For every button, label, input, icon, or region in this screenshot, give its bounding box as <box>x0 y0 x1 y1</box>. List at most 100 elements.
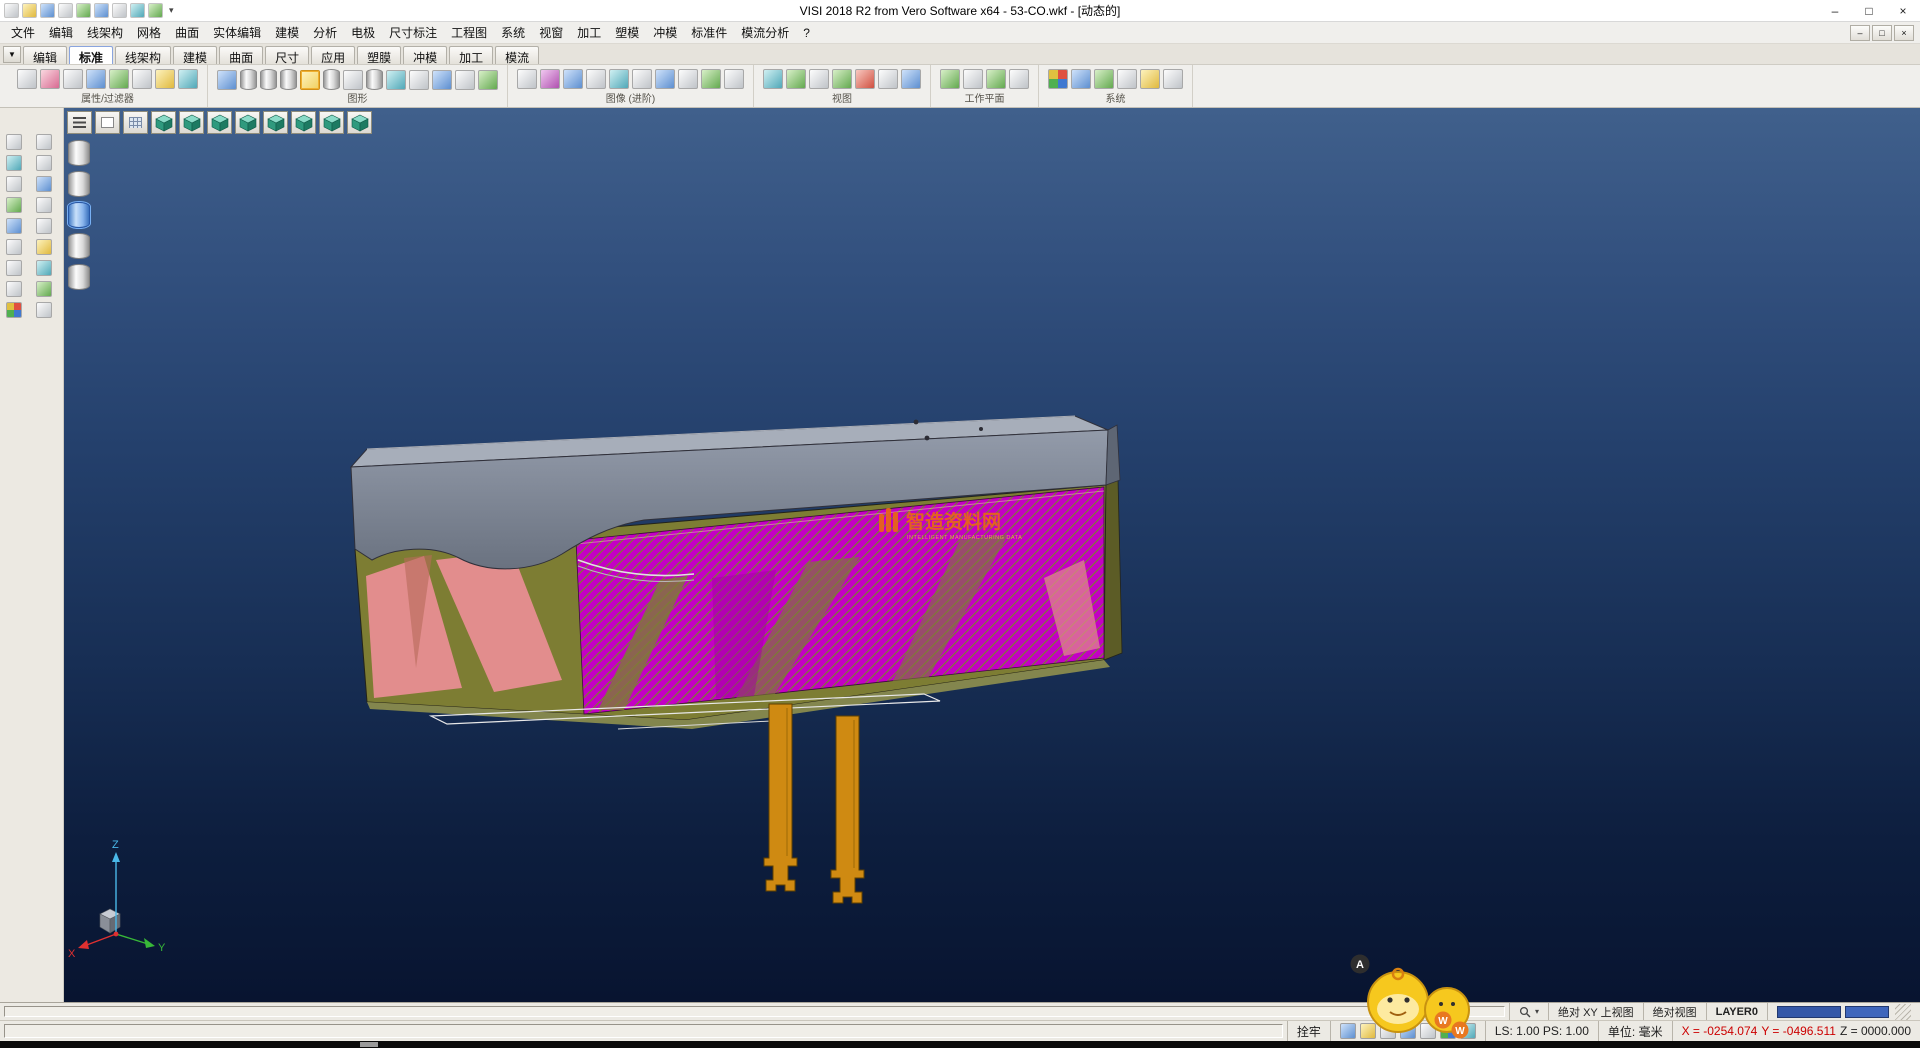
status-monitor-icon[interactable] <box>1340 1023 1356 1039</box>
filter-tool-icon-2[interactable] <box>109 69 129 89</box>
selection-filter-button-5[interactable] <box>68 264 90 290</box>
menu-item-analysis[interactable]: 分析 <box>306 22 344 43</box>
units-indicator[interactable]: 单位: 毫米 <box>1598 1021 1672 1041</box>
pan-tool-icon[interactable] <box>6 155 22 171</box>
graphics-cylinder-icon-2[interactable] <box>260 69 277 90</box>
graphics-cylinder-icon-5[interactable] <box>366 69 383 90</box>
redo-icon[interactable] <box>94 3 109 18</box>
view-left-button[interactable] <box>291 111 316 134</box>
redraw-icon[interactable] <box>217 70 237 90</box>
copy-icon[interactable] <box>112 3 127 18</box>
workplane-tool-icon-4[interactable] <box>1009 69 1029 89</box>
search-dropdown-icon[interactable]: ▾ <box>1535 1007 1539 1016</box>
menu-item-mesh[interactable]: 网格 <box>130 22 168 43</box>
status-camera-icon[interactable] <box>1360 1023 1376 1039</box>
filter-tool-icon-5[interactable] <box>178 69 198 89</box>
open-file-icon[interactable] <box>22 3 37 18</box>
system-tool-icon-6[interactable] <box>1163 69 1183 89</box>
filter-tool-icon-4[interactable] <box>155 69 175 89</box>
tab-modeling[interactable]: 建模 <box>173 46 217 64</box>
system-tool-icon-5[interactable] <box>1140 69 1160 89</box>
image-tool-icon-2[interactable] <box>540 69 560 89</box>
dynamic-view-icon[interactable] <box>36 176 52 192</box>
pen-color-swatch[interactable] <box>1845 1006 1889 1018</box>
selection-filter-button-4[interactable] <box>68 233 90 259</box>
menu-item-window[interactable]: 视窗 <box>532 22 570 43</box>
view-trimetric-button[interactable] <box>347 111 372 134</box>
model-ejector-pin-2[interactable] <box>831 716 864 903</box>
point-tool-icon[interactable] <box>6 260 22 276</box>
image-tool-icon-6[interactable] <box>632 69 652 89</box>
filter-tool-icon-3[interactable] <box>132 69 152 89</box>
settings-icon[interactable] <box>148 3 163 18</box>
menu-item-dimension[interactable]: 尺寸标注 <box>382 22 444 43</box>
filter-tool-icon-1[interactable] <box>86 69 106 89</box>
graphics-tool-icon-3[interactable] <box>409 70 429 90</box>
menu-item-drawing[interactable]: 工程图 <box>444 22 494 43</box>
new-file-icon[interactable] <box>4 3 19 18</box>
tab-dropdown-icon[interactable]: ▼ <box>3 46 21 63</box>
absolute-view-indicator[interactable]: 绝对视图 <box>1643 1003 1706 1020</box>
workplane-tool-icon-3[interactable] <box>986 69 1006 89</box>
menu-item-file[interactable]: 文件 <box>4 22 42 43</box>
graphics-selected-tool-icon[interactable] <box>300 70 320 90</box>
rotate-view-icon[interactable] <box>6 176 22 192</box>
graphics-tool-icon-5[interactable] <box>455 70 475 90</box>
menu-item-edit[interactable]: 编辑 <box>42 22 80 43</box>
tab-molding[interactable]: 塑膜 <box>357 46 401 64</box>
resize-grip[interactable] <box>1895 1004 1911 1020</box>
workplane-tool-icon-2[interactable] <box>963 69 983 89</box>
flag-tool-icon[interactable] <box>36 302 52 318</box>
selection-filter-button-2[interactable] <box>68 171 90 197</box>
view-right-button[interactable] <box>319 111 344 134</box>
selection-filter-button-1[interactable] <box>68 140 90 166</box>
save-file-icon[interactable] <box>40 3 55 18</box>
graphics-tool-icon-1[interactable] <box>343 70 363 90</box>
menu-item-standard-parts[interactable]: 标准件 <box>684 22 734 43</box>
tab-moldflow[interactable]: 模流 <box>495 46 539 64</box>
image-tool-icon-10[interactable] <box>724 69 744 89</box>
menu-item-electrode[interactable]: 电极 <box>344 22 382 43</box>
sheet-tool-icon[interactable] <box>36 218 52 234</box>
graphics-cylinder-icon-3[interactable] <box>280 69 297 90</box>
wireframe-mode-icon[interactable] <box>36 197 52 213</box>
text-tool-icon[interactable] <box>36 260 52 276</box>
image-tool-icon-5[interactable] <box>609 69 629 89</box>
view-tool-icon-5[interactable] <box>855 69 875 89</box>
system-tool-icon-2[interactable] <box>1071 69 1091 89</box>
view-tool-icon-7[interactable] <box>901 69 921 89</box>
search-cell[interactable]: ▾ <box>1509 1003 1548 1020</box>
graphics-tool-icon-2[interactable] <box>386 70 406 90</box>
viewport-canvas[interactable]: 智造资料网 INTELLIGENT MANUFACTURING DATA Z X <box>64 108 1920 1002</box>
tab-application[interactable]: 应用 <box>311 46 355 64</box>
view-tool-icon-3[interactable] <box>809 69 829 89</box>
tab-wireframe[interactable]: 线架构 <box>115 46 171 64</box>
palette-tool-icon[interactable] <box>6 302 22 318</box>
measure-tool-icon[interactable] <box>36 155 52 171</box>
menu-item-surface[interactable]: 曲面 <box>168 22 206 43</box>
grid-tool-icon[interactable] <box>36 281 52 297</box>
menu-item-solid-edit[interactable]: 实体编辑 <box>206 22 268 43</box>
qat-dropdown-icon[interactable]: ▾ <box>166 5 177 16</box>
viewport[interactable]: 智造资料网 INTELLIGENT MANUFACTURING DATA Z X <box>64 108 1920 1002</box>
attribute-tool-icon-3[interactable] <box>63 69 83 89</box>
view-manager-icon[interactable] <box>130 3 145 18</box>
print-icon[interactable] <box>58 3 73 18</box>
attribute-tool-icon-1[interactable] <box>17 69 37 89</box>
tab-surface[interactable]: 曲面 <box>219 46 263 64</box>
menu-item-wireframe[interactable]: 线架构 <box>80 22 130 43</box>
render-tool-icon[interactable] <box>6 218 22 234</box>
menu-item-help[interactable]: ? <box>796 24 817 42</box>
shading-mode-icon[interactable] <box>6 197 22 213</box>
status-printer-icon[interactable] <box>1380 1023 1396 1039</box>
mdi-minimize-button[interactable]: – <box>1850 25 1870 41</box>
view-back-button[interactable] <box>263 111 288 134</box>
workplane-tool-icon-1[interactable] <box>940 69 960 89</box>
model-body-right[interactable] <box>1104 479 1122 660</box>
view-tool-icon-2[interactable] <box>786 69 806 89</box>
graphics-cylinder-icon-4[interactable] <box>323 69 340 90</box>
view-bottom-button[interactable] <box>207 111 232 134</box>
system-tool-icon-4[interactable] <box>1117 69 1137 89</box>
system-tool-icon-1[interactable] <box>1048 69 1068 89</box>
tab-dimension[interactable]: 尺寸 <box>265 46 309 64</box>
